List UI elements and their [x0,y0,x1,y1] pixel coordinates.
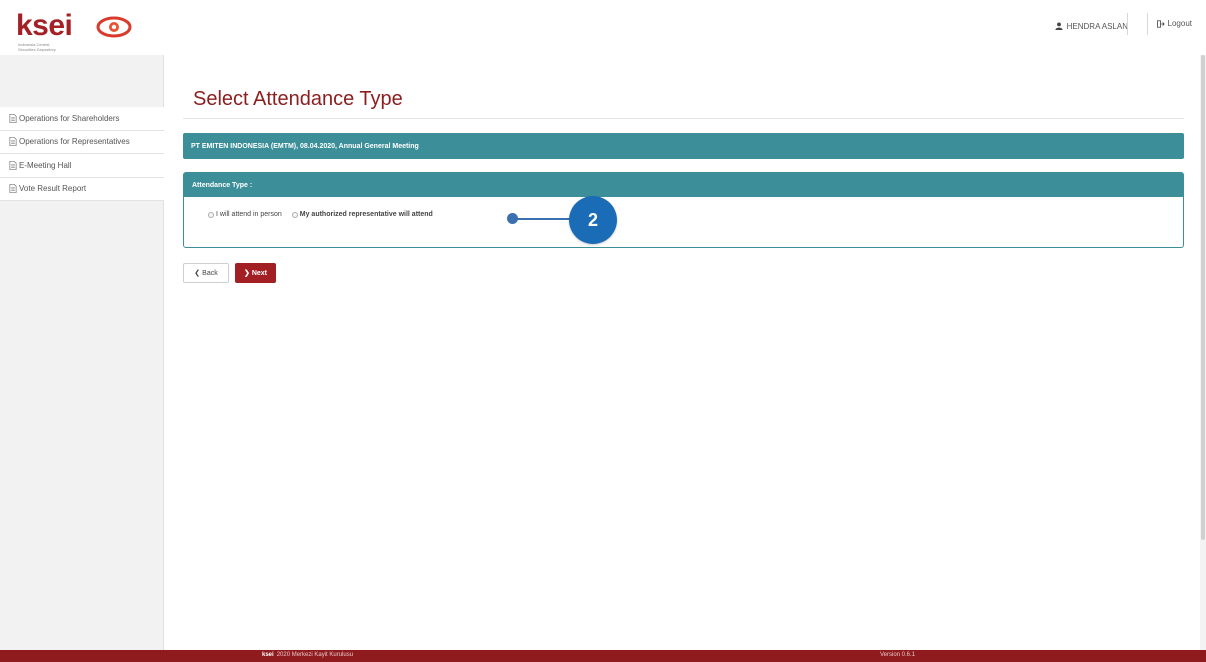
logout-button[interactable]: Logout [1156,19,1192,28]
sidebar-item-label: E-Meeting Hall [19,160,72,170]
sidebar-item-e-meeting-hall[interactable]: E-Meeting Hall [0,154,164,178]
back-button-label: Back [202,269,218,277]
attendance-type-panel: Attendance Type : [183,172,1184,248]
footer-logo: ksei [262,652,274,658]
attend-in-person-option[interactable]: I will attend in person [208,211,282,218]
chevron-left-icon: ❮ [194,270,201,277]
panel-heading: Attendance Type : [184,173,1183,197]
next-button[interactable]: ❯ Next [235,263,276,283]
page-title: Select Attendance Type [193,88,403,110]
sidebar-item-label: Vote Result Report [19,184,87,194]
logout-label: Logout [1167,19,1192,28]
document-icon [9,137,17,147]
logo-subtitle: Indonesia Central Securities Depository [18,42,56,52]
sidebar-item-operations-for-representatives[interactable]: Operations for Representatives [0,130,164,154]
callout-step-badge: 2 [569,196,617,244]
sidebar-item-vote-result-report[interactable]: Vote Result Report [0,177,164,201]
callout-anchor-dot [507,213,518,224]
top-header: ksei Indonesia Central Securities Deposi… [0,0,1206,55]
document-icon [9,113,17,123]
logo-eye-icon [96,16,132,38]
attend-in-person-radio[interactable] [208,211,214,218]
header-divider [1127,13,1128,35]
user-name: HENDRA ASLAN [1066,21,1128,31]
footer-copyright-text: 2020 Merkezi Kayit Kurulusu [276,652,354,658]
callout-connector [515,218,575,220]
option-label: I will attend in person [216,211,282,218]
representative-attend-option[interactable]: My authorized representative will attend [291,211,433,218]
page-scrollbar[interactable] [1200,55,1206,650]
panel-heading-text: Attendance Type : [192,181,253,189]
sidebar-item-label: Operations for Shareholders [19,113,120,123]
option-label: My authorized representative will attend [299,211,433,218]
attendance-options: I will attend in person My authorized re… [208,211,433,218]
footer-copyright: ksei 2020 Merkezi Kayit Kurulusu [262,652,353,658]
document-icon [9,160,17,170]
meeting-info-bar: PT EMITEN INDONESIA (EMTM), 08.04.2020, … [183,133,1184,159]
logout-icon [1156,19,1165,28]
sidebar-item-operations-for-shareholders[interactable]: Operations for Shareholders [0,107,164,131]
sidebar-menu: Operations for Shareholders Operations f… [0,107,164,201]
next-button-label: Next [251,269,268,277]
back-button[interactable]: ❮ Back [183,263,229,283]
title-divider [183,118,1184,119]
user-menu[interactable]: HENDRA ASLAN [1055,19,1128,33]
footer: ksei 2020 Merkezi Kayit Kurulusu Version… [0,650,1206,662]
document-icon [9,184,17,194]
scrollbar-thumb[interactable] [1201,55,1205,540]
footer-version: Version 0.6.1 [880,652,916,658]
ksei-logo[interactable]: ksei Indonesia Central Securities Deposi… [16,9,136,52]
logo-text: ksei [16,9,73,42]
representative-attend-radio[interactable] [291,211,298,218]
meeting-info-text: PT EMITEN INDONESIA (EMTM), 08.04.2020, … [191,142,419,150]
header-divider [1147,13,1148,35]
sidebar-item-label: Operations for Representatives [19,137,130,147]
user-icon [1055,22,1063,30]
chevron-right-icon: ❯ [243,270,250,277]
sidebar: Operations for Shareholders Operations f… [0,55,164,650]
app-page: ksei Indonesia Central Securities Deposi… [0,0,1206,662]
